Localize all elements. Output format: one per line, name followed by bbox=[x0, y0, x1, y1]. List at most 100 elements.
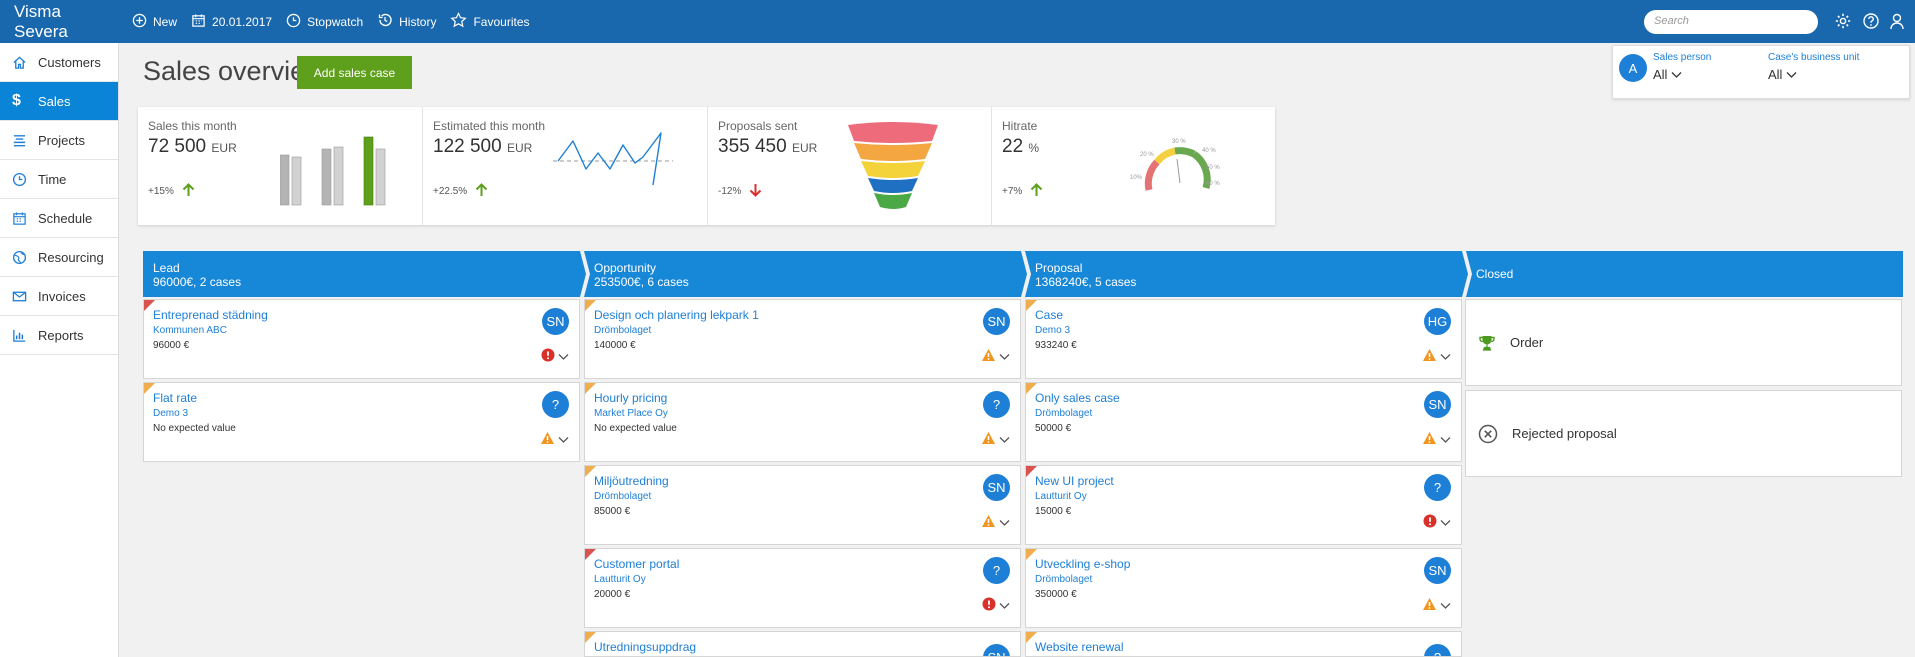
case-title[interactable]: Miljöutredning bbox=[594, 474, 669, 488]
case-value: 140000 € bbox=[594, 340, 636, 351]
avatar[interactable]: SN bbox=[542, 308, 569, 335]
sidebar-item-sales[interactable]: $ Sales bbox=[0, 82, 118, 121]
status-dropdown[interactable] bbox=[981, 514, 1010, 531]
sidebar-item-customers[interactable]: Customers bbox=[0, 43, 118, 82]
status-dropdown[interactable] bbox=[541, 348, 569, 365]
case-company[interactable]: Market Place Oy bbox=[594, 408, 668, 419]
chevron-down-icon bbox=[1786, 67, 1797, 82]
avatar[interactable]: HG bbox=[1424, 308, 1451, 335]
case-title[interactable]: Entreprenad städning bbox=[153, 308, 268, 322]
app-logo[interactable]: Visma Severa bbox=[0, 2, 118, 42]
sales-case-card[interactable]: Design och planering lekpark 1 Drömbolag… bbox=[584, 299, 1021, 379]
case-company[interactable]: Lautturit Oy bbox=[1035, 491, 1087, 502]
sidebar-item-invoices[interactable]: Invoices bbox=[0, 277, 118, 316]
avatar[interactable]: ? bbox=[983, 557, 1010, 584]
user-icon[interactable] bbox=[1890, 12, 1906, 33]
case-company[interactable]: Demo 3 bbox=[153, 408, 188, 419]
kpi-hitrate[interactable]: Hitrate 22 % +7% 20 % 30 % 40 % 50 % 60 … bbox=[991, 107, 1275, 225]
case-title[interactable]: Utredningsuppdrag bbox=[594, 640, 696, 654]
search-input[interactable]: Search bbox=[1644, 10, 1818, 34]
case-title[interactable]: Hourly pricing bbox=[594, 391, 667, 405]
avatar[interactable]: SN bbox=[1424, 391, 1451, 418]
sidebar-item-resourcing[interactable]: Resourcing bbox=[0, 238, 118, 277]
sidebar-item-reports[interactable]: Reports bbox=[0, 316, 118, 355]
sales-person-filter[interactable]: Sales person All bbox=[1653, 52, 1711, 82]
sales-case-card[interactable]: Utveckling e-shop Drömbolaget 350000 € S… bbox=[1025, 548, 1462, 628]
avatar[interactable]: SN bbox=[1424, 557, 1451, 584]
closed-rejected-drop-zone[interactable]: Rejected proposal bbox=[1465, 390, 1902, 477]
sales-case-card[interactable]: Website renewal ? bbox=[1025, 631, 1462, 657]
avatar[interactable]: ? bbox=[542, 391, 569, 418]
case-company[interactable]: Drömbolaget bbox=[594, 325, 651, 336]
stage-header-proposal[interactable]: Proposal 1368240€, 5 cases bbox=[1025, 251, 1462, 297]
avatar[interactable]: ? bbox=[1424, 474, 1451, 501]
kpi-sales-this-month[interactable]: Sales this month 72 500 EUR +15% bbox=[138, 107, 422, 225]
sidebar-item-time[interactable]: Time bbox=[0, 160, 118, 199]
kpi-estimated-this-month[interactable]: Estimated this month 122 500 EUR +22.5% bbox=[422, 107, 707, 225]
sidebar-item-projects[interactable]: Projects bbox=[0, 121, 118, 160]
case-title[interactable]: Website renewal bbox=[1035, 640, 1124, 654]
help-icon[interactable] bbox=[1862, 12, 1880, 33]
closed-order-drop-zone[interactable]: Order bbox=[1465, 299, 1902, 386]
case-title[interactable]: Design och planering lekpark 1 bbox=[594, 308, 759, 322]
avatar[interactable]: A bbox=[1619, 54, 1647, 82]
case-company[interactable]: Drömbolaget bbox=[1035, 574, 1092, 585]
new-button[interactable]: New bbox=[132, 13, 177, 31]
sales-case-card[interactable]: Only sales case Drömbolaget 50000 € SN bbox=[1025, 382, 1462, 462]
avatar[interactable]: ? bbox=[983, 391, 1010, 418]
status-dropdown[interactable] bbox=[1422, 348, 1451, 365]
case-company[interactable]: Lautturit Oy bbox=[594, 574, 646, 585]
stage-name: Opportunity bbox=[594, 261, 657, 275]
case-title[interactable]: Customer portal bbox=[594, 557, 679, 571]
case-title[interactable]: New UI project bbox=[1035, 474, 1114, 488]
stage-header-lead[interactable]: Lead 96000€, 2 cases bbox=[143, 251, 580, 297]
sidebar-item-schedule[interactable]: Schedule bbox=[0, 199, 118, 238]
case-value: 85000 € bbox=[594, 506, 631, 517]
case-company[interactable]: Drömbolaget bbox=[594, 491, 651, 502]
case-title[interactable]: Utveckling e-shop bbox=[1035, 557, 1130, 571]
case-company[interactable]: Demo 3 bbox=[1035, 325, 1070, 336]
status-dropdown[interactable] bbox=[981, 348, 1010, 365]
sales-case-card[interactable]: Customer portal Lautturit Oy 20000 € ? bbox=[584, 548, 1021, 628]
filter-panel: A Sales person All Case's business unit … bbox=[1612, 45, 1910, 99]
avatar[interactable]: SN bbox=[983, 308, 1010, 335]
case-company[interactable]: Drömbolaget bbox=[1035, 408, 1092, 419]
status-dropdown[interactable] bbox=[981, 431, 1010, 448]
stopwatch-button[interactable]: Stopwatch bbox=[286, 13, 363, 31]
history-button[interactable]: History bbox=[377, 12, 436, 31]
status-dropdown[interactable] bbox=[540, 431, 569, 448]
status-dropdown[interactable] bbox=[1423, 514, 1451, 531]
add-sales-case-button[interactable]: Add sales case bbox=[297, 56, 412, 89]
status-dropdown[interactable] bbox=[1422, 597, 1451, 614]
case-title[interactable]: Case bbox=[1035, 308, 1063, 322]
gear-icon[interactable] bbox=[1834, 12, 1852, 33]
sales-case-card[interactable]: Miljöutredning Drömbolaget 85000 € SN bbox=[584, 465, 1021, 545]
date-picker-button[interactable]: 20.01.2017 bbox=[191, 13, 272, 31]
favourites-button[interactable]: Favourites bbox=[450, 11, 530, 31]
sidebar-item-label: Customers bbox=[38, 54, 101, 70]
error-icon bbox=[982, 597, 996, 614]
sales-case-card[interactable]: Entreprenad städning Kommunen ABC 96000 … bbox=[143, 299, 580, 379]
sales-case-card[interactable]: Hourly pricing Market Place Oy No expect… bbox=[584, 382, 1021, 462]
avatar[interactable]: SN bbox=[983, 644, 1010, 656]
case-title[interactable]: Only sales case bbox=[1035, 391, 1120, 405]
business-unit-filter[interactable]: Case's business unit All bbox=[1768, 52, 1859, 82]
sales-case-card[interactable]: Utredningsuppdrag SN bbox=[584, 631, 1021, 657]
status-dropdown[interactable] bbox=[1422, 431, 1451, 448]
sales-case-card[interactable]: New UI project Lautturit Oy 15000 € ? bbox=[1025, 465, 1462, 545]
sales-case-card[interactable]: Case Demo 3 933240 € HG bbox=[1025, 299, 1462, 379]
avatar[interactable]: ? bbox=[1424, 644, 1451, 656]
kpi-value: 22 % bbox=[1002, 136, 1040, 157]
kpi-label: Hitrate bbox=[1002, 119, 1038, 133]
case-title[interactable]: Flat rate bbox=[153, 391, 197, 405]
kpi-proposals-sent[interactable]: Proposals sent 355 450 EUR -12% bbox=[707, 107, 991, 225]
status-dropdown[interactable] bbox=[982, 597, 1010, 614]
avatar[interactable]: SN bbox=[983, 474, 1010, 501]
sales-case-card[interactable]: Flat rate Demo 3 No expected value ? bbox=[143, 382, 580, 462]
kpi-change: +7% bbox=[1002, 183, 1043, 200]
case-company[interactable]: Kommunen ABC bbox=[153, 325, 227, 336]
stage-header-opportunity[interactable]: Opportunity 253500€, 6 cases bbox=[584, 251, 1021, 297]
chevron-down-icon bbox=[1440, 350, 1451, 364]
error-icon bbox=[1423, 514, 1437, 531]
stage-header-closed[interactable]: Closed bbox=[1466, 251, 1903, 297]
